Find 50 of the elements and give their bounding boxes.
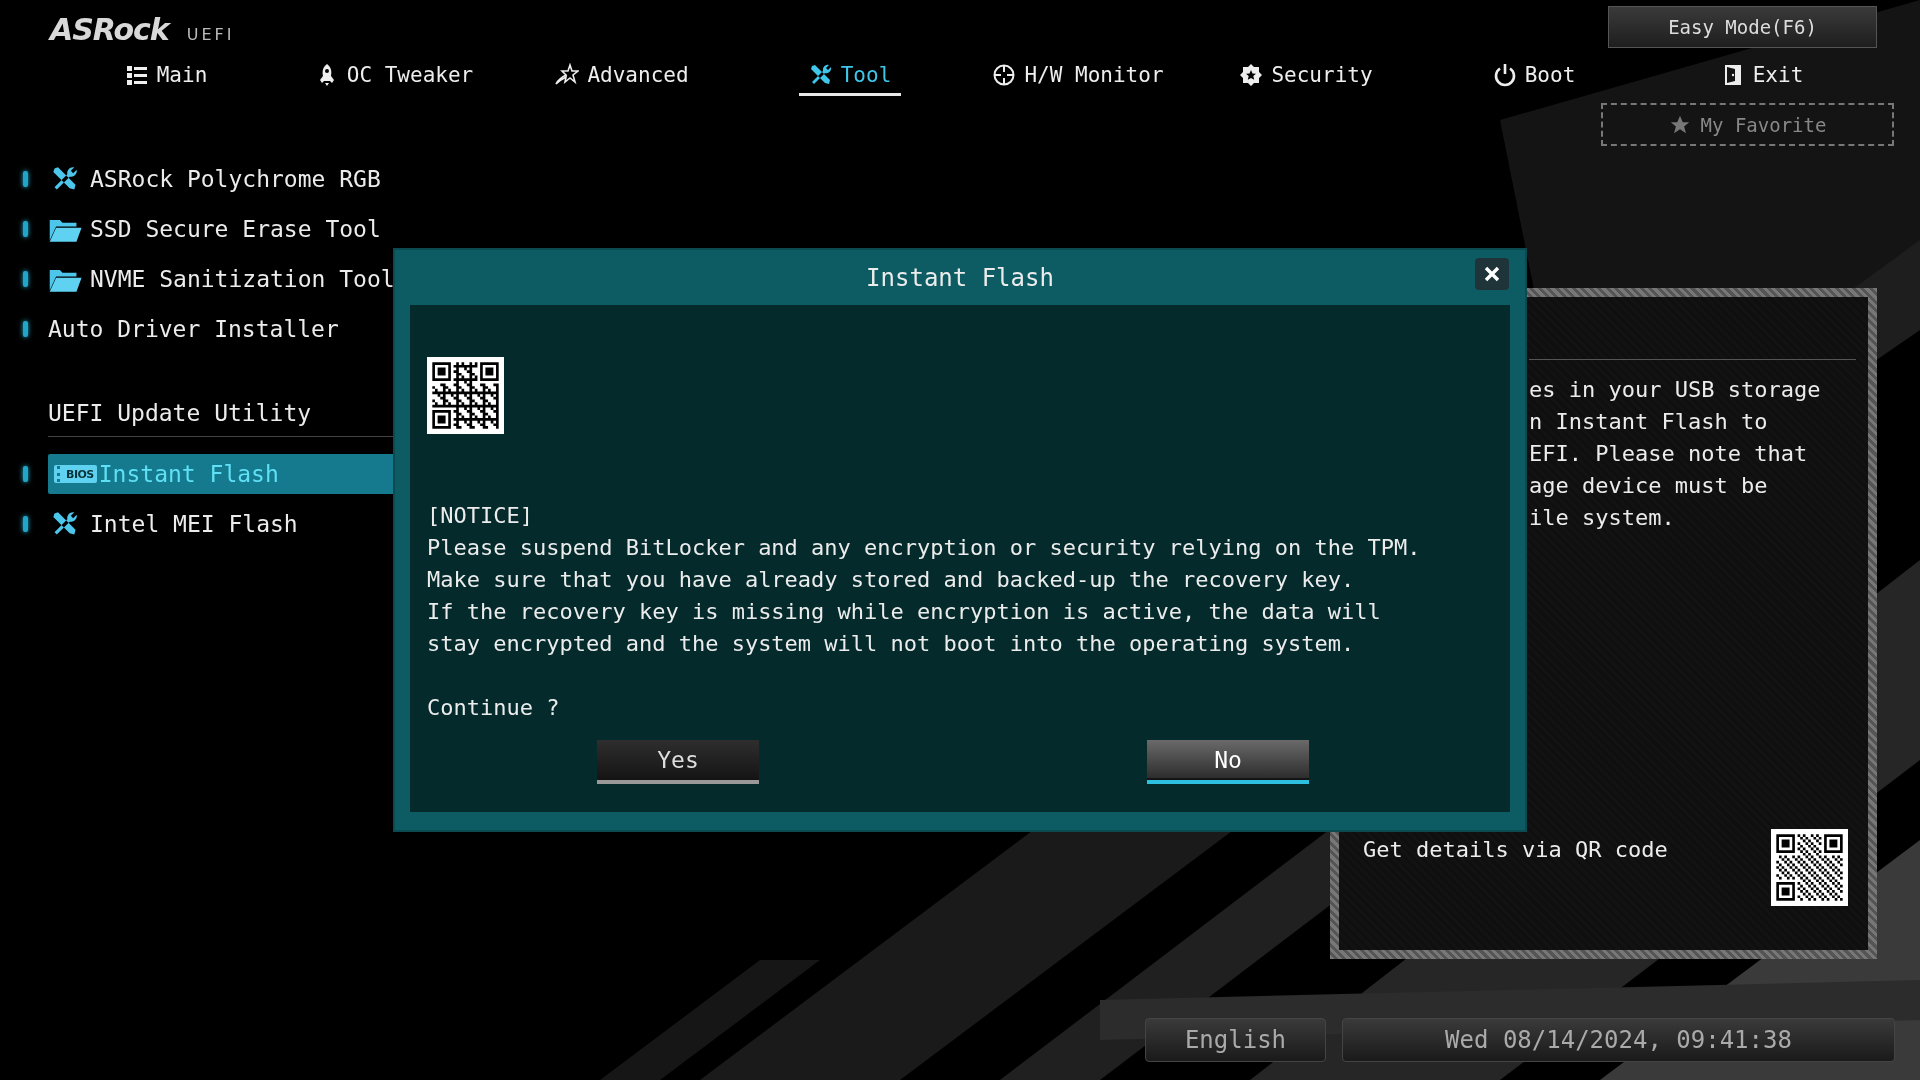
- dialog-button[interactable]: Yes: [597, 740, 759, 784]
- language-button[interactable]: English: [1145, 1018, 1326, 1062]
- menu-item[interactable]: NVME Sanitization Tool: [42, 260, 395, 298]
- help-text: EFI. Please note that: [1529, 440, 1809, 468]
- badge-icon: [1239, 62, 1264, 87]
- dialog-title: Instant Flash: [866, 263, 1054, 292]
- notice-text: Please suspend BitLocker and any encryption or security relying on the TPM.: [427, 534, 1422, 562]
- close-button[interactable]: [1475, 258, 1509, 290]
- date-time: Wed 08/14/2024, 09:41:38: [1342, 1018, 1895, 1062]
- bios-chip-icon: BIOS: [54, 465, 97, 483]
- indicator-icon: [23, 466, 28, 482]
- menu-item[interactable]: ASRock Polychrome RGB: [42, 160, 395, 198]
- star-icon: [555, 62, 580, 87]
- help-text: age device must be: [1529, 472, 1769, 500]
- qr-caption: Get details via QR code: [1363, 837, 1668, 862]
- tools-icon: [808, 62, 833, 87]
- close-icon: [1482, 264, 1502, 284]
- menu-item[interactable]: Auto Driver Installer: [48, 310, 395, 348]
- help-text: es in your USB storage: [1529, 376, 1822, 404]
- indicator-icon: [23, 516, 28, 532]
- easy-mode-button[interactable]: Easy Mode(F6): [1608, 6, 1877, 48]
- notice-text: If the recovery key is missing while encryption is active, the data will: [427, 598, 1382, 626]
- indicator-icon: [23, 321, 28, 337]
- nav-tab[interactable]: Tool: [798, 56, 902, 96]
- brand-logo: ASRock: [50, 12, 169, 47]
- indicator-icon: [23, 271, 28, 287]
- nav-tab[interactable]: Advanced: [545, 56, 699, 96]
- power-icon: [1492, 62, 1517, 87]
- menu-item[interactable]: SSD Secure Erase Tool: [42, 210, 395, 248]
- product-label: UEFI: [186, 25, 235, 44]
- menu-item[interactable]: BIOS Instant Flash: [48, 454, 395, 494]
- nav-tab[interactable]: OC Tweaker: [304, 56, 484, 96]
- nav-tab[interactable]: Main: [114, 56, 218, 96]
- notice-text: stay encrypted and the system will not boot into the operating system.: [427, 630, 1356, 658]
- nav-tab[interactable]: Security: [1229, 56, 1383, 96]
- notice-text: [NOTICE]: [427, 502, 534, 530]
- nav-tab[interactable]: H/W Monitor: [982, 56, 1174, 96]
- help-text: ile system.: [1529, 504, 1676, 532]
- crosshair-icon: [992, 62, 1017, 87]
- menu-item[interactable]: Intel MEI Flash: [42, 505, 395, 543]
- indicator-icon: [23, 171, 28, 187]
- prompt-text: Continue ?: [427, 694, 561, 722]
- dialog-button[interactable]: No: [1147, 740, 1309, 784]
- help-text: n Instant Flash to: [1529, 408, 1769, 436]
- notice-text: Make sure that you have already stored and backed-up the recovery key.: [427, 566, 1356, 594]
- section-heading: UEFI Update Utility: [48, 399, 313, 428]
- my-favorite-button[interactable]: My Favorite: [1601, 103, 1894, 146]
- nav-tab[interactable]: Exit: [1710, 56, 1814, 96]
- indicator-icon: [23, 221, 28, 237]
- nav-tab[interactable]: Boot: [1482, 56, 1586, 96]
